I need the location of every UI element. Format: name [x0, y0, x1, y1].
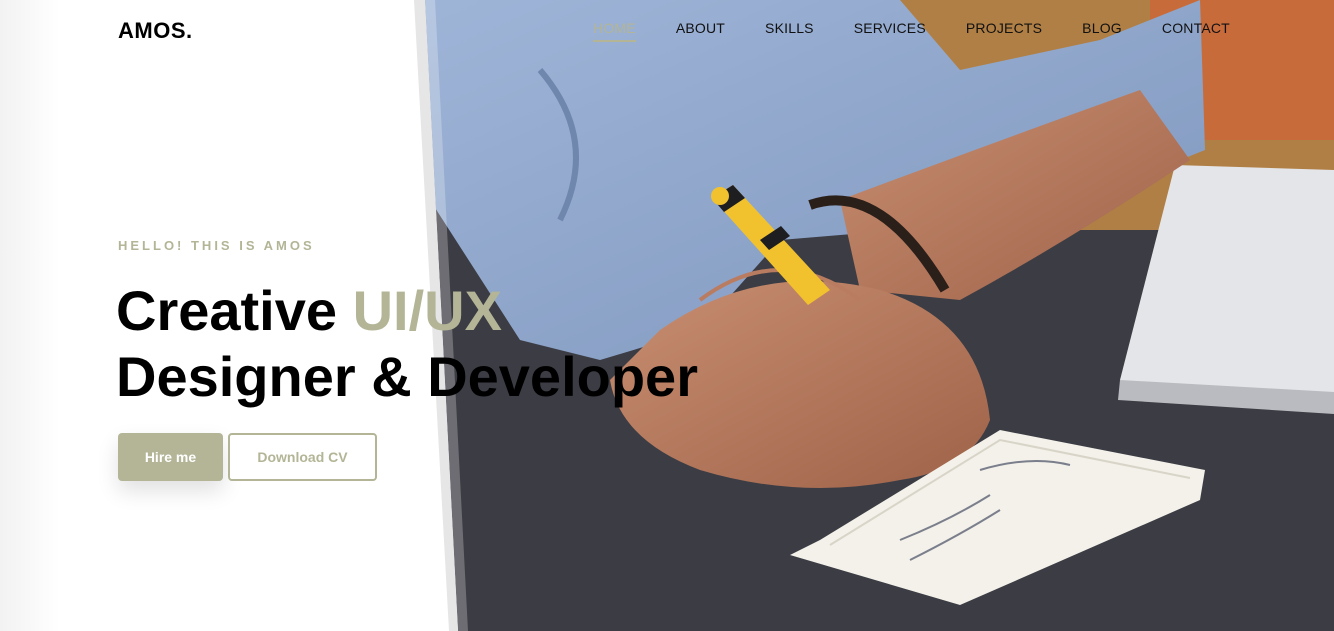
nav-item-projects[interactable]: PROJECTS [966, 20, 1042, 42]
nav-item-blog[interactable]: BLOG [1082, 20, 1122, 42]
headline-accent: UI/UX [352, 279, 502, 342]
nav-item-contact[interactable]: CONTACT [1162, 20, 1230, 42]
main-nav: HOME ABOUT SKILLS SERVICES PROJECTS BLOG… [593, 20, 1270, 42]
headline-line-1: Creative UI/UX [116, 278, 698, 344]
hire-me-button[interactable]: Hire me [118, 433, 223, 481]
left-edge-shade [0, 0, 60, 631]
hero-headline: Creative UI/UX Designer & Developer [116, 278, 698, 410]
site-logo[interactable]: AMOS. [118, 18, 193, 44]
headline-line-2: Designer & Developer [116, 345, 698, 408]
download-cv-button[interactable]: Download CV [228, 433, 377, 481]
nav-item-home[interactable]: HOME [593, 20, 636, 42]
hero-eyebrow: HELLO! THIS IS AMOS [118, 238, 315, 253]
nav-item-services[interactable]: SERVICES [854, 20, 926, 42]
nav-item-skills[interactable]: SKILLS [765, 20, 814, 42]
nav-item-about[interactable]: ABOUT [676, 20, 725, 42]
headline-creative: Creative [116, 279, 353, 342]
